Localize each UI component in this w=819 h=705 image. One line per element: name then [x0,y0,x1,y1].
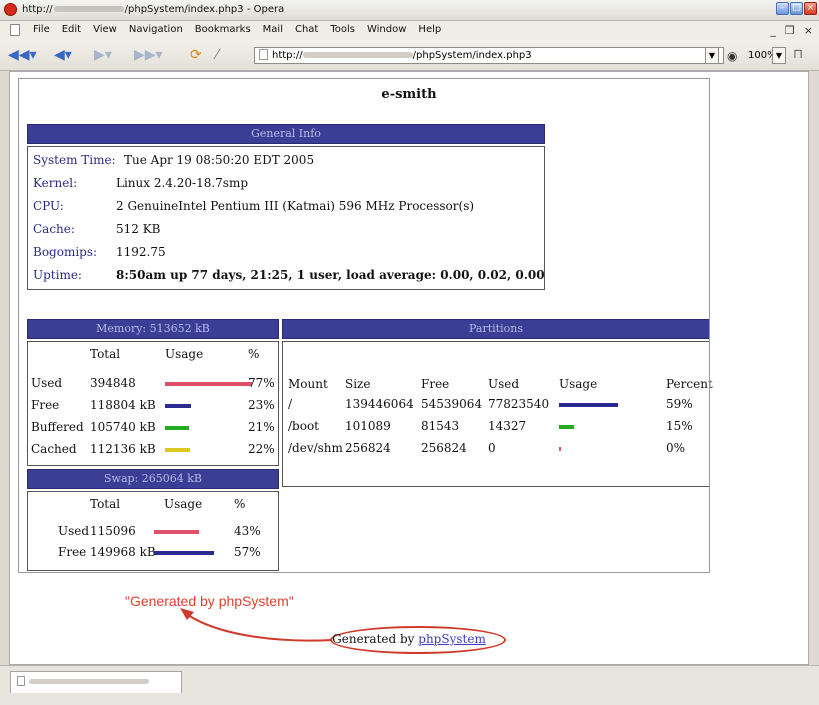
page-icon [259,49,268,60]
document-icon [10,24,20,36]
window-controls: – □ × [776,2,817,15]
restore-minimize-icon[interactable]: _ [770,24,776,37]
tab-bar [0,665,819,705]
rewind-icon[interactable]: ◀◀▾ [8,46,37,64]
menu-item-chat[interactable]: Chat [295,24,318,35]
back-icon[interactable]: ◀▾ [54,46,72,64]
address-prefix: http:// [272,50,303,61]
phpsystem-link[interactable]: phpSystem [418,632,486,646]
redacted-host [53,6,124,12]
page-content: e-smith General Info System Time: Tue Apr… [9,71,809,665]
menu-item-view[interactable]: View [93,24,117,35]
menu-item-bookmarks[interactable]: Bookmarks [195,24,251,35]
address-bar[interactable]: http:// /phpSystem/index.php3 [254,47,724,64]
fast-forward-icon[interactable]: ▶▶▾ [134,46,163,64]
restore-window-icon[interactable]: ❐ [785,24,795,37]
address-dropdown-icon[interactable]: ▼ [705,47,719,64]
close-icon[interactable]: × [804,2,817,15]
title-bar: http:// /phpSystem/index.php3 - Opera – □… [0,0,819,21]
menu-item-mail[interactable]: Mail [263,24,283,35]
redacted-tab-title [29,679,149,684]
edit-icon[interactable]: ⁄ [216,46,218,64]
window-title: http:// /phpSystem/index.php3 - Opera [22,4,284,15]
reload-icon[interactable]: ⟳ [190,46,202,64]
title-suffix: /phpSystem/index.php3 - Opera [124,4,285,15]
menu-bar: File Edit View Navigation Bookmarks Mail Chat T… [0,21,819,40]
maximize-icon[interactable]: □ [790,2,803,15]
lock-icon: ⊓ [793,47,804,62]
menu-item-navigation[interactable]: Navigation [129,24,183,35]
address-suffix: /phpSystem/index.php3 [412,50,532,61]
minimize-icon[interactable]: – [776,2,789,15]
menu-item-tools[interactable]: Tools [330,24,355,35]
redacted-address-host [302,52,413,58]
forward-icon[interactable]: ▶▾ [94,46,112,64]
opera-logo-icon [4,3,17,16]
tab-current-page[interactable] [10,671,182,693]
footer: Generated by phpSystem [10,632,808,646]
menu-items: File Edit View Navigation Bookmarks Mail Chat T… [33,24,441,35]
navigation-toolbar: ◀◀▾ ◀▾ ▶▾ ▶▶▾ ⟳ ⁄ http:// /phpSystem/inde… [0,40,819,71]
eye-icon: ◉ [727,49,738,63]
mdi-controls: _ ❐ × [770,24,813,37]
zoom-dropdown-icon[interactable]: ▼ [772,47,786,64]
menu-item-window[interactable]: Window [367,24,406,35]
menu-item-file[interactable]: File [33,24,50,35]
tab-page-icon [17,676,25,686]
menu-item-help[interactable]: Help [418,24,441,35]
title-prefix: http:// [22,4,53,15]
menu-item-edit[interactable]: Edit [62,24,81,35]
footer-text: Generated by [332,632,419,646]
annotation-arrow [180,608,333,642]
restore-close-icon[interactable]: × [804,24,813,37]
